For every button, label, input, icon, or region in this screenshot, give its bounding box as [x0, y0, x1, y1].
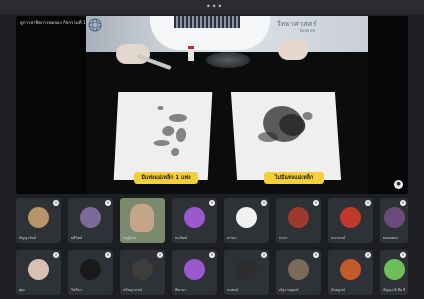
- participant-tile[interactable]: ✕ ธนวัฒน์: [172, 198, 217, 243]
- participant-tile[interactable]: ✕ ธรรมะ: [224, 198, 269, 243]
- presenter-tie: [174, 16, 240, 28]
- participant-avatar: [28, 259, 49, 280]
- participant-avatar: [288, 207, 309, 228]
- mic-muted-icon: ✕: [209, 252, 215, 258]
- participant-name: พิชามร: [175, 288, 187, 292]
- participant-avatar: [288, 259, 309, 280]
- mic-muted-icon: ✕: [157, 252, 163, 258]
- participant-name: ณัฐภาณุพงษ์: [279, 288, 299, 292]
- participant-name: ธาดา: [279, 236, 288, 240]
- mic-muted-icon: ✕: [105, 252, 111, 258]
- bottle: [188, 46, 194, 61]
- mic-muted-icon: ✕: [261, 200, 267, 206]
- mic-muted-icon: ✕: [313, 200, 319, 206]
- participant-tile[interactable]: ✕ กัญญารัตน์: [16, 198, 61, 243]
- participant-avatar: [340, 207, 361, 228]
- mic-muted-icon: ✕: [313, 252, 319, 258]
- participant-avatar: [340, 259, 361, 280]
- iron-filings-dish: [206, 52, 250, 68]
- participant-avatar: [184, 259, 205, 280]
- caption-with-magnet: มีแท่งแม่เหล็ก 1 แท่ง: [134, 172, 198, 184]
- participant-tile[interactable]: ✕ ธนากรณ์: [328, 198, 373, 243]
- participant-name: กัญญารัตน์: [19, 236, 37, 240]
- participant-tile[interactable]: ✕ ธนพงษ์: [224, 250, 269, 295]
- video-watermark-sub: Science: [300, 28, 316, 33]
- participant-avatar: [236, 259, 257, 280]
- participant-tile[interactable]: ✕ กัญญาณี ฮีย สี: [380, 250, 408, 295]
- participant-avatar: [236, 207, 257, 228]
- participant-tile[interactable]: ✕ ธาดา: [276, 198, 321, 243]
- participant-avatar: [184, 207, 205, 228]
- participant-name: ผลีนิตย์: [71, 236, 83, 240]
- presenter-name: ดูการสาธิตการทดลอง กิจกรรมที่ 1: [20, 21, 86, 26]
- participant-tile[interactable]: ✕ พิชามร: [172, 250, 217, 295]
- participant-name: ธรรมะ: [227, 236, 238, 240]
- participant-name: ธนวัฒน์: [175, 236, 188, 240]
- pin-icon[interactable]: ●: [394, 180, 403, 189]
- participant-name: รัชนีกร: [71, 288, 82, 292]
- presenter-right-hand: [278, 40, 308, 60]
- participant-tile[interactable]: ✕ ปรัชญาภรณ์: [120, 250, 165, 295]
- window-top-bar: •••: [0, 0, 424, 14]
- participant-tile[interactable]: ✕ ธันยบูรณ์: [328, 250, 373, 295]
- science-logo-icon: [88, 18, 102, 32]
- mic-muted-icon: ✕: [365, 200, 371, 206]
- participant-tile[interactable]: ✕ ผลอยทอง: [380, 198, 408, 243]
- mic-muted-icon: ✕: [53, 200, 59, 206]
- caption-without-magnet: ไม่มีแท่งแม่เหล็ก: [264, 172, 324, 184]
- mic-muted-icon: ✕: [400, 252, 406, 258]
- participant-avatar: [80, 207, 101, 228]
- participant-avatar: [384, 207, 405, 228]
- mic-muted-icon: ✕: [400, 200, 406, 206]
- paper-without-magnet: [230, 92, 342, 180]
- participant-avatar: [384, 259, 405, 280]
- participant-name: ปรัชญาภรณ์: [123, 288, 143, 292]
- participant-video: [130, 204, 154, 232]
- participant-tile[interactable]: ✕ ณัฐภาณุพงษ์: [276, 250, 321, 295]
- participant-tile[interactable]: ✕ รัชนีกร: [68, 250, 113, 295]
- presenter-stage[interactable]: ดูการสาธิตการทดลอง กิจกรรมที่ 1 วิทยาศาส…: [16, 16, 408, 194]
- participant-grid: ✕ กัญญารัตน์ ✕ ผลีนิตย์ ครูผู้สอน ✕ ธนวั…: [16, 198, 408, 297]
- shared-video: วิทยาศาสตร์ Science มีแท่งแม่เหล็ก 1 แท่…: [86, 16, 368, 194]
- participant-tile[interactable]: ✕ พุฒ: [16, 250, 61, 295]
- mic-muted-icon: ✕: [365, 252, 371, 258]
- participant-name: ครูผู้สอน: [123, 236, 137, 240]
- participant-avatar: [132, 259, 153, 280]
- participant-name: พุฒ: [19, 288, 25, 292]
- participant-name: ธันยบูรณ์: [331, 288, 346, 292]
- participant-video-tile[interactable]: ครูผู้สอน: [120, 198, 165, 243]
- participant-name: ธนพงษ์: [227, 288, 239, 292]
- paper-with-magnet: [113, 92, 213, 180]
- participant-tile[interactable]: ✕ ผลีนิตย์: [68, 198, 113, 243]
- participant-name: ธนากรณ์: [331, 236, 346, 240]
- participant-avatar: [28, 207, 49, 228]
- mic-muted-icon: ✕: [261, 252, 267, 258]
- mic-muted-icon: ✕: [209, 200, 215, 206]
- mic-muted-icon: ✕: [53, 252, 59, 258]
- participant-name: ผลอยทอง: [383, 236, 398, 240]
- drag-handle-icon[interactable]: •••: [206, 3, 223, 11]
- participant-avatar: [80, 259, 101, 280]
- participant-name: กัญญาณี ฮีย สี: [383, 288, 406, 292]
- mic-muted-icon: ✕: [105, 200, 111, 206]
